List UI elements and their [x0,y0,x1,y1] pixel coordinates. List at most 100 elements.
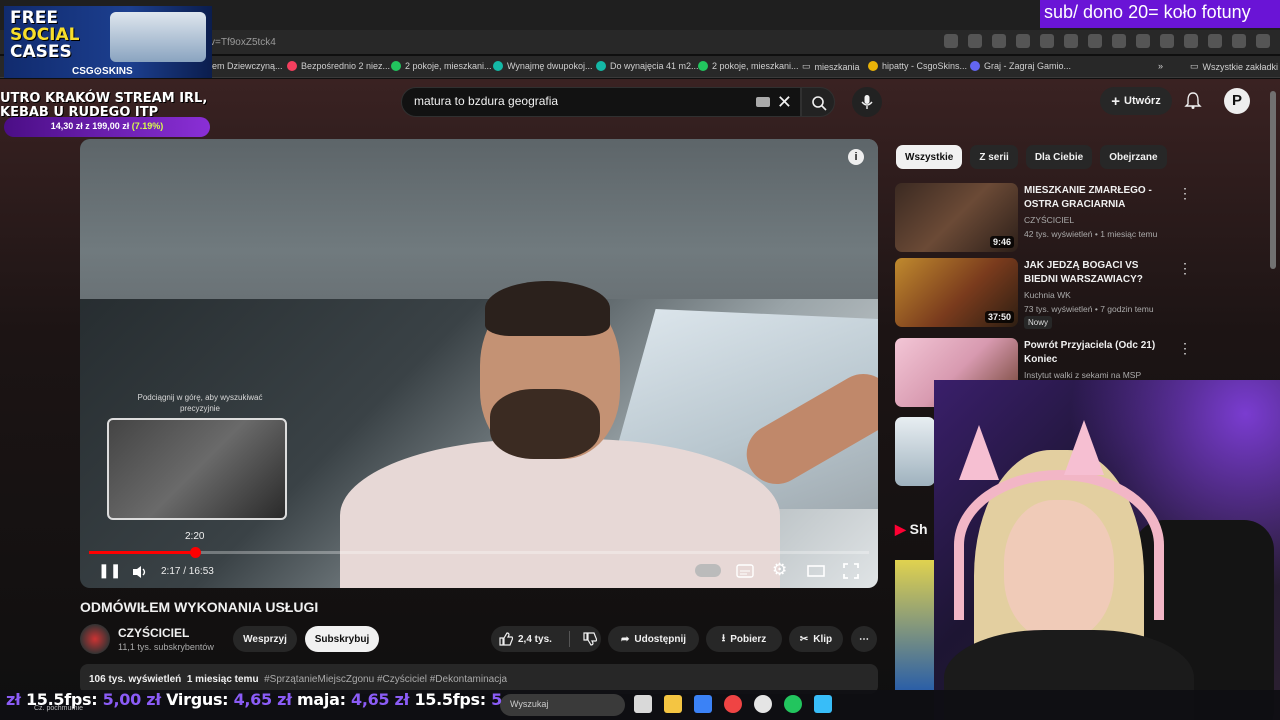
recommendation-filter-chips: Wszystkie Z serii Dla Ciebie Obejrzane [896,145,1167,169]
video-frame-person-beard [490,389,600,459]
account-avatar[interactable]: P [1224,88,1250,114]
clear-search-icon[interactable]: ✕ [777,92,792,113]
video-title[interactable]: MIESZKANIE ZMARŁEGO - OSTRA GRACIARNIA [1024,184,1174,212]
address-bar-icons [944,34,1270,48]
extension-icon[interactable] [1112,34,1126,48]
more-vertical-icon[interactable]: ⋮ [1178,260,1192,277]
zoom-icon[interactable] [968,34,982,48]
download-button[interactable]: ⭳ Pobierz [706,626,782,652]
fullscreen-icon[interactable] [843,563,859,579]
webcam-headset [954,470,1164,620]
pause-icon[interactable]: ❚❚ [98,562,121,579]
channel-avatar[interactable] [80,624,110,654]
video-meta: 42 tys. wyświetleń • 1 miesiąc temu [1024,229,1158,239]
recommended-video[interactable]: 37:50 JAK JEDZĄ BOGACI VS BIEDNI WARSZAW… [895,258,1205,329]
bookmark-item[interactable]: em Dziewczyną... [212,61,283,71]
chip-series[interactable]: Z serii [970,145,1018,169]
promo-case-image [110,12,206,62]
mic-icon [861,95,873,109]
subtitles-icon[interactable] [736,564,754,578]
voice-search-button[interactable] [852,87,882,117]
clip-button[interactable]: ✂ Klip [789,626,843,652]
file-explorer-icon[interactable] [664,695,682,713]
store-icon[interactable] [694,695,712,713]
extension-icon[interactable] [1040,34,1054,48]
bookmarks-overflow-chevron-icon[interactable]: » [1158,61,1163,71]
progress-bar[interactable] [89,547,869,558]
bookmark-item[interactable]: Graj - Zagraj Gamio... [970,61,1071,71]
chip-for-you[interactable]: Dla Ciebie [1025,145,1093,169]
channel-name[interactable]: CZYŚCICIEL [118,626,189,640]
video-duration: 9:46 [989,236,1014,248]
shorts-header: ▶ Sh [895,521,928,537]
share-button[interactable]: ➦ Udostępnij [608,626,699,652]
create-button[interactable]: + Utwórz [1100,87,1172,115]
autoplay-toggle[interactable] [695,564,721,577]
notifications-bell-icon[interactable] [1184,91,1202,109]
extension-icon[interactable] [1088,34,1102,48]
task-view-icon[interactable] [634,695,652,713]
more-vertical-icon[interactable]: ⋮ [1178,185,1192,202]
bookmark-item[interactable]: 2 pokoje, mieszkani... [391,61,492,71]
menu-icon[interactable] [1208,34,1222,48]
time-display: 2:17 / 16:53 [161,566,214,577]
channel-subscriber-count: 11,1 tys. subskrybentów [118,642,214,652]
more-horizontal-icon: ⋯ [859,633,869,645]
taskbar-search[interactable]: Wyszukaj [500,694,625,716]
scissors-icon: ✂ [799,633,809,645]
opera-icon[interactable] [724,695,742,713]
more-actions-button[interactable]: ⋯ [851,626,877,652]
windows-taskbar: Wyszukaj zł 15.5fps: 5,00 zł Virgus: 4,6… [0,690,1280,720]
bookmark-item[interactable]: Wynajmę dwupokoj... [493,61,592,71]
bookmark-item[interactable]: hipatty - CsgoSkins... [868,61,967,71]
extension-icon[interactable] [1160,34,1174,48]
video-thumbnail[interactable]: 9:46 [895,183,1018,252]
kebab-menu-icon[interactable] [1256,34,1270,48]
video-player[interactable]: i Podciągnij w górę, aby wyszukiwać prec… [80,139,878,588]
channel-name[interactable]: CZYŚCICIEL [1024,214,1074,226]
page-scrollbar[interactable] [1270,91,1276,269]
settings-gear-icon[interactable]: ⚙ [772,560,787,580]
app-icon[interactable] [814,695,832,713]
new-badge: Nowy [1024,316,1053,329]
bookmark-item[interactable]: Do wynajęcia 41 m2... [596,61,699,71]
search-input[interactable] [414,94,744,108]
extension-icon[interactable] [1016,34,1030,48]
search-box[interactable]: ✕ [401,87,801,117]
app-icon[interactable] [754,695,772,713]
keyboard-icon[interactable] [756,97,770,107]
star-icon[interactable] [992,34,1006,48]
bookmark-item[interactable]: 2 pokoje, mieszkani... [698,61,799,71]
thumbs-down-icon[interactable] [583,632,597,646]
info-icon[interactable]: i [848,149,864,165]
recommended-video[interactable] [895,417,935,487]
channel-name[interactable]: Kuchnia WK [1024,289,1071,301]
bookmark-item[interactable]: Bezpośrednio 2 niez... [287,61,390,71]
subscribe-button[interactable]: Subskrybuj [305,626,379,652]
bookmark-folder[interactable]: ▭ mieszkania [802,61,860,72]
video-title[interactable]: Powrót Przyjaciela (Odc 21) Koniec [1024,339,1174,367]
like-button[interactable]: 2,4 tys. [499,632,552,646]
bookmark-icon [493,61,503,71]
extension-icon[interactable] [1136,34,1150,48]
chip-watched[interactable]: Obejrzane [1100,145,1167,169]
recommended-video[interactable]: 9:46 MIESZKANIE ZMARŁEGO - OSTRA GRACIAR… [895,183,1205,253]
more-vertical-icon[interactable]: ⋮ [1178,340,1192,357]
video-meta: 73 tys. wyświetleń • 7 godzin temu [1024,304,1154,314]
support-button[interactable]: Wesprzyj [233,626,297,652]
video-title[interactable]: JAK JEDZĄ BOGACI VS BIEDNI WARSZAWIACY? [1024,259,1174,287]
shorts-thumbnail[interactable] [895,560,935,690]
puzzle-icon[interactable] [1184,34,1198,48]
chip-all[interactable]: Wszystkie [896,145,963,169]
volume-icon[interactable] [132,565,148,579]
video-thumbnail[interactable] [895,417,935,486]
extension-icon[interactable] [1064,34,1078,48]
cast-icon[interactable] [944,34,958,48]
url-text[interactable]: v=Tf9oxZ5tck4 [210,37,276,48]
profile-icon[interactable] [1232,34,1246,48]
theater-mode-icon[interactable] [807,565,825,577]
video-thumbnail[interactable]: 37:50 [895,258,1018,327]
chrome-icon[interactable] [784,695,802,713]
all-bookmarks-folder[interactable]: ▭ Wszystkie zakładki [1190,61,1278,72]
search-button[interactable] [801,87,835,117]
